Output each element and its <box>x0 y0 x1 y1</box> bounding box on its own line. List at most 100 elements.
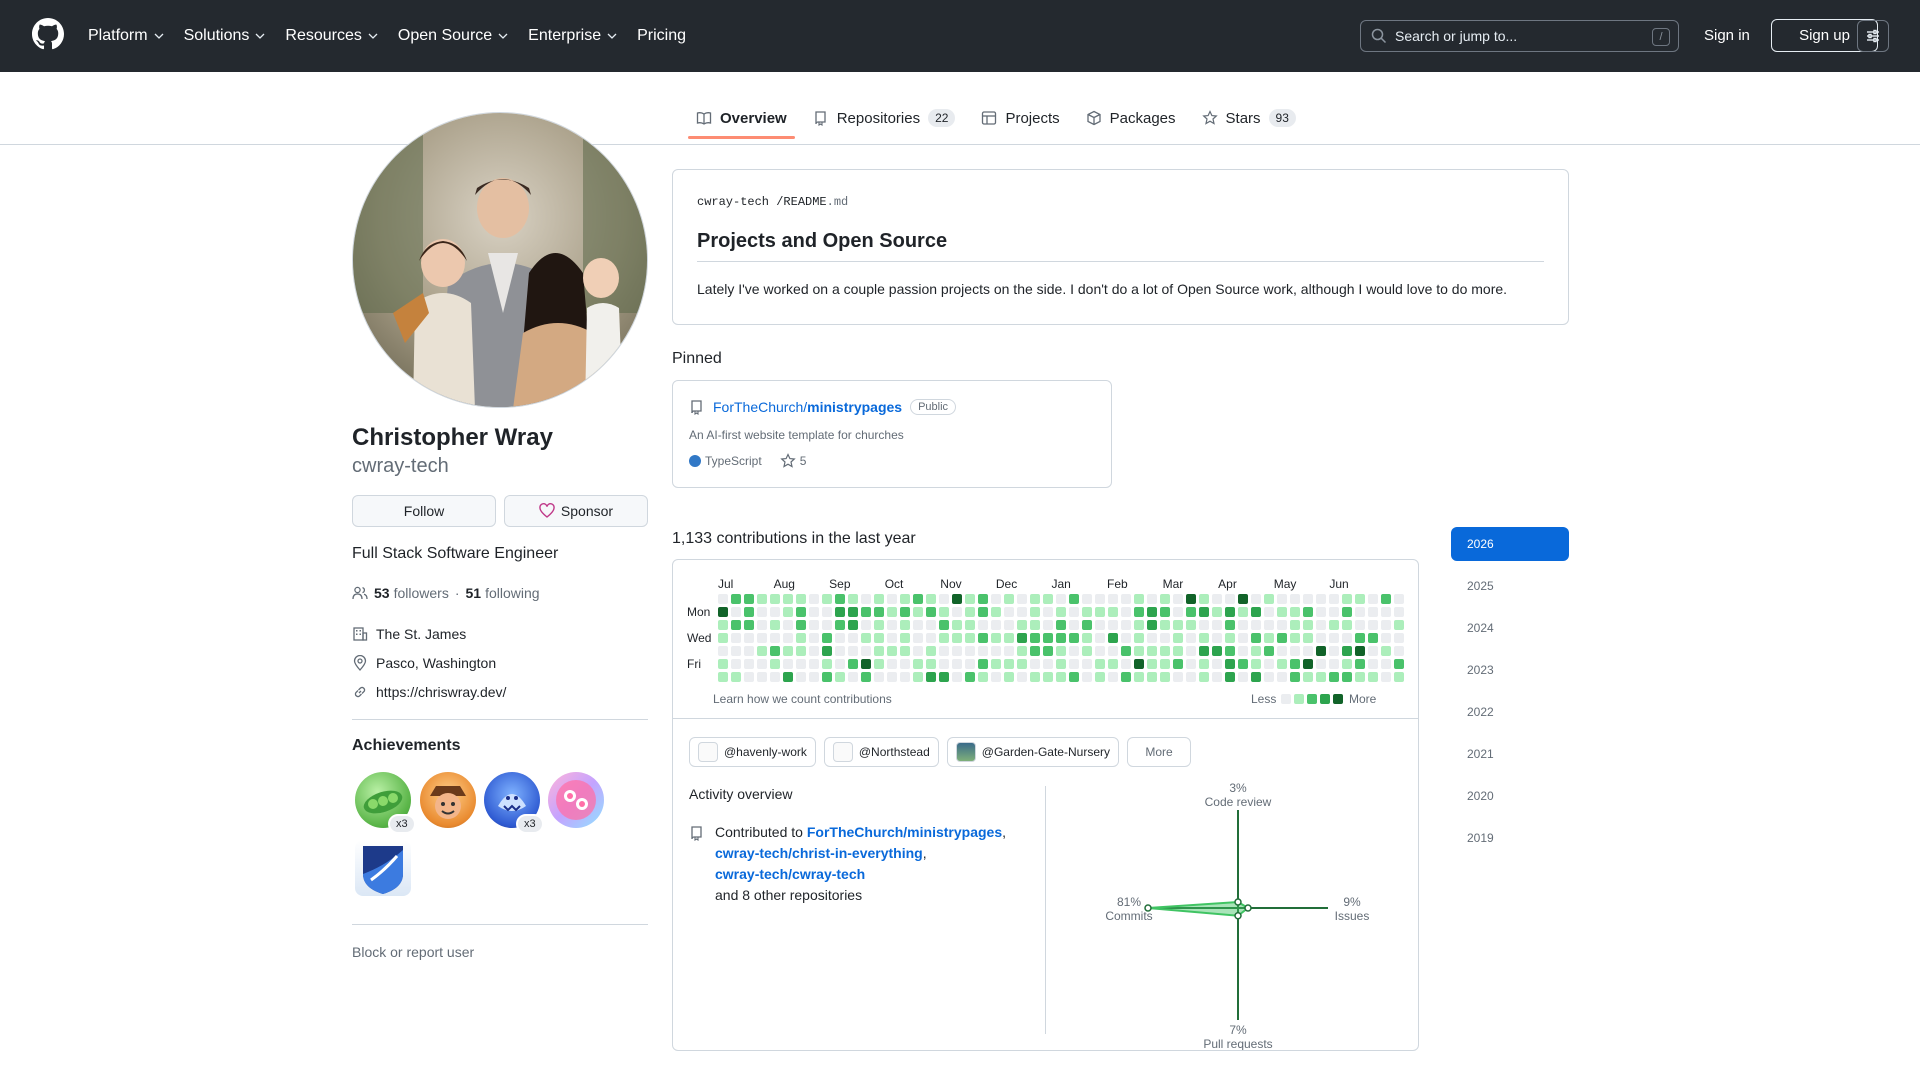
contribution-day-cell[interactable] <box>991 633 1001 643</box>
contribution-day-cell[interactable] <box>1329 607 1339 617</box>
contribution-day-cell[interactable] <box>1251 672 1261 682</box>
contribution-day-cell[interactable] <box>757 620 767 630</box>
contribution-day-cell[interactable] <box>1277 633 1287 643</box>
contribution-day-cell[interactable] <box>1212 646 1222 656</box>
contribution-day-cell[interactable] <box>822 620 832 630</box>
contribution-day-cell[interactable] <box>1381 633 1391 643</box>
contribution-day-cell[interactable] <box>1108 633 1118 643</box>
contribution-day-cell[interactable] <box>1212 594 1222 604</box>
contribution-day-cell[interactable] <box>1147 594 1157 604</box>
contribution-day-cell[interactable] <box>835 672 845 682</box>
year-2022[interactable]: 2022 <box>1451 695 1569 729</box>
contribution-day-cell[interactable] <box>1212 672 1222 682</box>
contribution-day-cell[interactable] <box>1316 633 1326 643</box>
contribution-day-cell[interactable] <box>1342 620 1352 630</box>
contribution-day-cell[interactable] <box>718 646 728 656</box>
contribution-day-cell[interactable] <box>1173 672 1183 682</box>
contribution-day-cell[interactable] <box>731 620 741 630</box>
contribution-day-cell[interactable] <box>1199 607 1209 617</box>
contribution-day-cell[interactable] <box>1160 607 1170 617</box>
contribution-day-cell[interactable] <box>1095 607 1105 617</box>
year-2026[interactable]: 2026 <box>1451 527 1569 561</box>
contribution-day-cell[interactable] <box>939 594 949 604</box>
contribution-day-cell[interactable] <box>796 594 806 604</box>
nav-open-source[interactable]: Open Source <box>398 27 508 45</box>
contribution-day-cell[interactable] <box>783 620 793 630</box>
contribution-day-cell[interactable] <box>1277 672 1287 682</box>
contribution-day-cell[interactable] <box>1017 646 1027 656</box>
contribution-day-cell[interactable] <box>744 659 754 669</box>
contribution-day-cell[interactable] <box>1043 594 1053 604</box>
contribution-day-cell[interactable] <box>1095 633 1105 643</box>
contribution-day-cell[interactable] <box>1394 607 1404 617</box>
contribution-day-cell[interactable] <box>731 646 741 656</box>
contribution-day-cell[interactable] <box>861 672 871 682</box>
contribution-day-cell[interactable] <box>1160 594 1170 604</box>
contribution-day-cell[interactable] <box>965 659 975 669</box>
contribution-day-cell[interactable] <box>1160 620 1170 630</box>
contribution-day-cell[interactable] <box>887 607 897 617</box>
contribution-day-cell[interactable] <box>1121 594 1131 604</box>
contribution-day-cell[interactable] <box>900 646 910 656</box>
tab-repositories[interactable]: Repositories 22 <box>805 98 964 138</box>
contribution-day-cell[interactable] <box>887 659 897 669</box>
contribution-day-cell[interactable] <box>1342 633 1352 643</box>
contribution-day-cell[interactable] <box>1173 594 1183 604</box>
contribution-day-cell[interactable] <box>809 633 819 643</box>
contribution-day-cell[interactable] <box>1225 672 1235 682</box>
year-2023[interactable]: 2023 <box>1451 653 1569 687</box>
contribution-day-cell[interactable] <box>783 659 793 669</box>
github-logo-icon[interactable] <box>32 18 64 50</box>
contribution-day-cell[interactable] <box>1368 659 1378 669</box>
contribution-day-cell[interactable] <box>1264 620 1274 630</box>
contribution-day-cell[interactable] <box>809 659 819 669</box>
contribution-day-cell[interactable] <box>1290 646 1300 656</box>
contribution-day-cell[interactable] <box>1225 594 1235 604</box>
contribution-day-cell[interactable] <box>1316 672 1326 682</box>
contribution-day-cell[interactable] <box>1082 607 1092 617</box>
contribution-day-cell[interactable] <box>1394 594 1404 604</box>
contribution-day-cell[interactable] <box>1186 620 1196 630</box>
contribution-day-cell[interactable] <box>1355 633 1365 643</box>
contribution-day-cell[interactable] <box>1134 672 1144 682</box>
contribution-day-cell[interactable] <box>1251 594 1261 604</box>
contribution-day-cell[interactable] <box>900 633 910 643</box>
year-2021[interactable]: 2021 <box>1451 737 1569 771</box>
contribution-day-cell[interactable] <box>952 646 962 656</box>
contribution-day-cell[interactable] <box>887 633 897 643</box>
contribution-day-cell[interactable] <box>1121 646 1131 656</box>
contribution-day-cell[interactable] <box>770 659 780 669</box>
contribution-day-cell[interactable] <box>731 672 741 682</box>
contribution-day-cell[interactable] <box>861 646 871 656</box>
contribution-day-cell[interactable] <box>1212 659 1222 669</box>
contribution-day-cell[interactable] <box>1212 620 1222 630</box>
contribution-day-cell[interactable] <box>1342 672 1352 682</box>
contribution-day-cell[interactable] <box>874 633 884 643</box>
contribution-day-cell[interactable] <box>822 659 832 669</box>
contribution-day-cell[interactable] <box>874 620 884 630</box>
contribution-day-cell[interactable] <box>1108 620 1118 630</box>
contribution-day-cell[interactable] <box>1121 620 1131 630</box>
contribution-day-cell[interactable] <box>1238 646 1248 656</box>
contribution-day-cell[interactable] <box>1030 672 1040 682</box>
contribution-day-cell[interactable] <box>1251 607 1261 617</box>
contribution-day-cell[interactable] <box>1199 672 1209 682</box>
contribution-day-cell[interactable] <box>926 633 936 643</box>
contribution-day-cell[interactable] <box>1082 594 1092 604</box>
contribution-day-cell[interactable] <box>1147 659 1157 669</box>
contribution-day-cell[interactable] <box>1082 633 1092 643</box>
contribution-day-cell[interactable] <box>1303 672 1313 682</box>
contribution-day-cell[interactable] <box>926 620 936 630</box>
contribution-day-cell[interactable] <box>1199 620 1209 630</box>
contribution-day-cell[interactable] <box>1069 594 1079 604</box>
contribution-day-cell[interactable] <box>900 659 910 669</box>
contribution-day-cell[interactable] <box>1043 646 1053 656</box>
follow-button[interactable]: Follow <box>352 495 496 527</box>
contribution-day-cell[interactable] <box>861 620 871 630</box>
contribution-day-cell[interactable] <box>835 633 845 643</box>
contribution-day-cell[interactable] <box>939 633 949 643</box>
contribution-day-cell[interactable] <box>939 607 949 617</box>
contribution-day-cell[interactable] <box>1316 607 1326 617</box>
contribution-day-cell[interactable] <box>874 594 884 604</box>
contribution-day-cell[interactable] <box>757 594 767 604</box>
